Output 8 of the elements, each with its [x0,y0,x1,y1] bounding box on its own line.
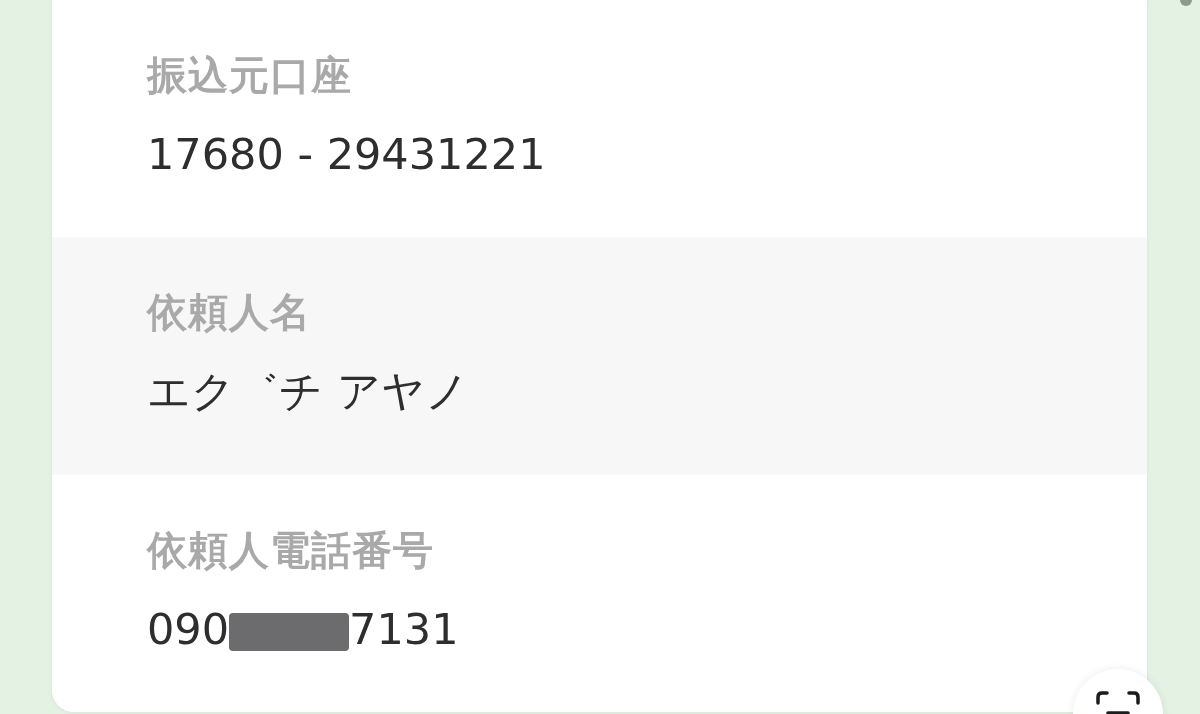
field-label: 振込元口座 [147,51,352,100]
field-value: 7131 [349,602,459,655]
field-label: 依頼人名 [147,288,311,338]
scan-text-icon [1096,691,1140,714]
field-label: 依頼人電話番号 [147,525,434,575]
field-value: エク゛チ アヤノ [147,365,469,418]
field-value: 090 [147,602,230,655]
field-value: 17680 - 29431221 [147,128,546,180]
